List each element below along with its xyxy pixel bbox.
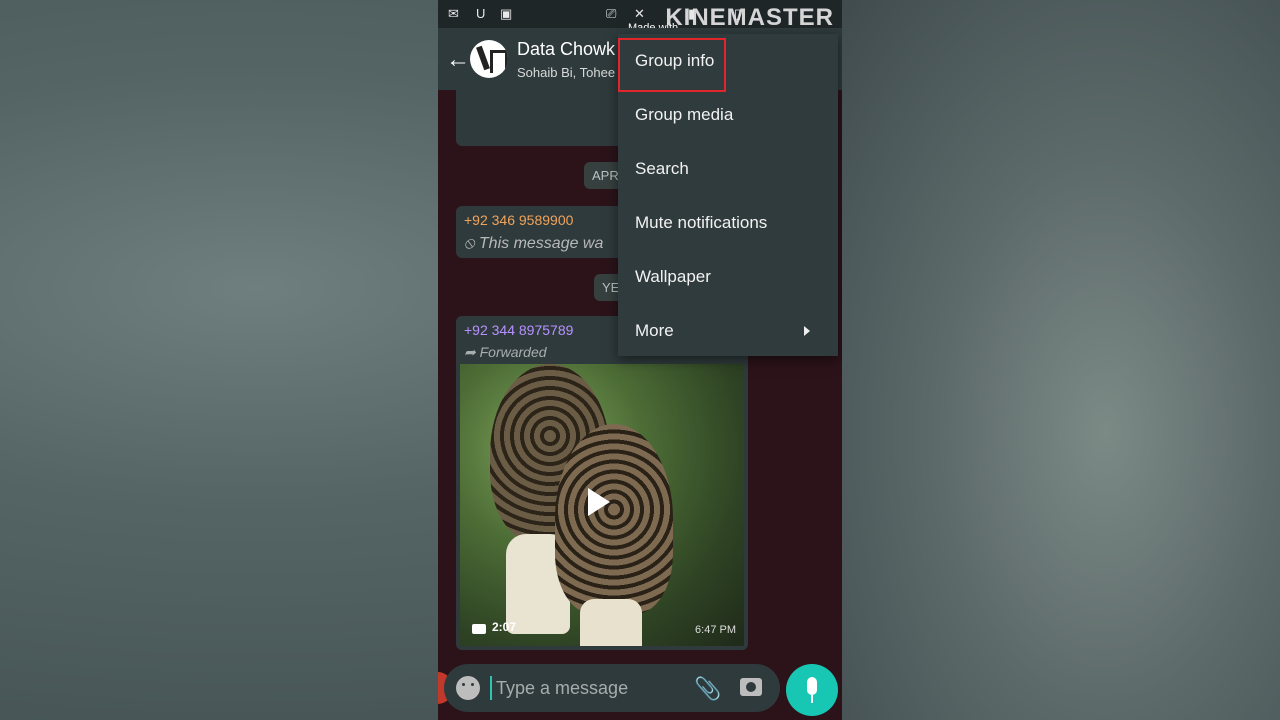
menu-item-wallpaper[interactable]: Wallpaper (618, 250, 838, 304)
chevron-right-icon (804, 326, 810, 336)
mushroom-stem (580, 599, 642, 646)
highlight-box (618, 38, 726, 92)
phone-screen: ✉ U ▣ ⎚ ✕ ▮ ▯ Made with KINEMASTER ← Dat… (438, 0, 842, 720)
video-camera-icon (472, 624, 486, 634)
mute-icon: ✕ (634, 6, 645, 21)
group-name[interactable]: Data Chowk (517, 39, 615, 60)
attach-icon[interactable]: 📎 (694, 676, 721, 702)
forwarded-label: ➦ Forwarded (464, 344, 547, 360)
status-bar: ✉ U ▣ ⎚ ✕ ▮ ▯ Made with KINEMASTER (438, 0, 842, 34)
menu-item-more[interactable]: More (618, 304, 838, 358)
emoji-icon[interactable] (456, 676, 480, 700)
message-input[interactable]: Type a message (496, 678, 628, 699)
participants: Sohaib Bi, Tohee (517, 65, 616, 80)
right-background (842, 0, 1280, 720)
mushroom-image (555, 424, 673, 614)
arrow-left-icon[interactable]: ← (444, 46, 472, 74)
email-icon: ✉ (448, 6, 459, 21)
mic-button[interactable] (786, 664, 838, 716)
deleted-message: ⦸ This message wa (464, 235, 604, 252)
menu-item-search[interactable]: Search (618, 142, 838, 196)
video-duration: 2:07 (492, 620, 517, 634)
video-thumbnail[interactable]: 2:07 6:47 PM (460, 364, 744, 646)
message-time: 6:47 PM (695, 624, 736, 636)
message-input-bar: Type a message 📎 (444, 664, 780, 712)
menu-item-mute-notifications[interactable]: Mute notifications (618, 196, 838, 250)
avatar[interactable] (470, 40, 508, 78)
text-cursor (490, 676, 492, 700)
camera-icon[interactable] (740, 678, 762, 696)
u-icon: U (476, 6, 486, 21)
sender-name[interactable]: +92 344 8975789 (464, 322, 573, 338)
menu-item-group-media[interactable]: Group media (618, 88, 838, 142)
sender-name[interactable]: +92 346 9589900 (464, 212, 573, 228)
video-icon: ▣ (500, 6, 513, 21)
message-bubble-video: +92 344 8975789 ➦ Forwarded 2:07 6:47 PM (456, 316, 748, 650)
cast-icon: ⎚ (606, 6, 617, 21)
overflow-menu: Group info Group media Search Mute notif… (618, 34, 838, 356)
play-icon[interactable] (588, 488, 610, 516)
